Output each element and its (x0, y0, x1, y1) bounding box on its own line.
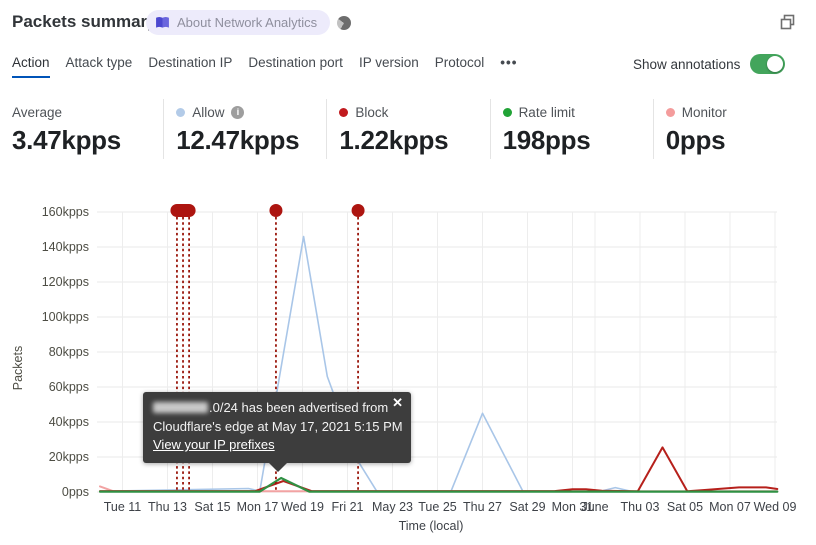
pie-chart-icon[interactable] (337, 16, 351, 30)
y-tick-label: 100kpps (42, 310, 89, 324)
y-tick-label: 20kpps (49, 450, 89, 464)
y-tick-label: 120kpps (42, 275, 89, 289)
stat-label: Rate limit (518, 104, 575, 120)
x-tick-label: Thu 13 (148, 500, 187, 514)
info-icon[interactable]: i (231, 105, 245, 119)
badge-label: About Network Analytics (177, 15, 318, 30)
show-annotations-label: Show annotations (633, 56, 741, 72)
x-tick-label: Tue 11 (104, 500, 142, 514)
x-tick-label: June (581, 500, 608, 514)
tab-protocol[interactable]: Protocol (435, 55, 485, 78)
toggle-knob (767, 56, 784, 72)
about-network-analytics-badge[interactable]: About Network Analytics (146, 10, 331, 35)
stat-value: 12.47kpps (176, 125, 300, 155)
x-tick-label: Wed 09 (754, 500, 797, 514)
stat-value: 198pps (502, 125, 591, 155)
y-axis-title: Packets (11, 346, 25, 390)
x-tick-label: Fri 21 (332, 500, 364, 514)
tooltip-line1: .0/24 has been advertised from (209, 400, 389, 415)
close-icon[interactable]: ✕ (392, 396, 403, 410)
x-tick-label: May 23 (372, 500, 413, 514)
annotation-tooltip: ✕ .0/24 has been advertised from Cloudfl… (143, 392, 411, 472)
x-tick-label: Mon 17 (237, 500, 279, 514)
view-ip-prefixes-link[interactable]: View your IP prefixes (153, 437, 275, 452)
dimension-tabs: Action Attack type Destination IP Destin… (12, 55, 517, 78)
allow-legend-dot (176, 107, 186, 117)
rate-limit-legend-dot (502, 107, 512, 117)
stats-row: Average 3.47kpps Allow i 12.47kpps Block… (0, 99, 816, 159)
annotation-marker-dot[interactable] (351, 204, 365, 217)
x-tick-label: Mon 07 (709, 500, 751, 514)
annotations-toggle[interactable] (750, 54, 786, 74)
stat-label: Average (12, 104, 63, 120)
stat-value: 3.47kpps (12, 125, 121, 155)
packets-summary-panel: Packets summary About Network Analytics … (0, 0, 816, 545)
x-tick-label: Sat 29 (509, 500, 545, 514)
stat-value: 1.22kpps (339, 125, 449, 155)
annotation-marker-dot[interactable] (269, 204, 283, 217)
x-axis-title: Time (local) (399, 519, 464, 533)
x-tick-label: Thu 03 (621, 500, 660, 514)
tooltip-caret (269, 462, 287, 472)
stat-block: Block 1.22kpps (326, 99, 489, 159)
packets-time-series-chart: 0pps 20kpps 40kpps 60kpps 80kpps 100kpps 120kp… (11, 204, 797, 533)
tab-destination-port[interactable]: Destination port (248, 55, 343, 78)
x-tick-label: Thu 27 (463, 500, 502, 514)
y-tick-label: 60kpps (49, 380, 89, 394)
stat-label: Monitor (681, 104, 727, 120)
tab-ip-version[interactable]: IP version (359, 55, 419, 78)
show-annotations-control: Show annotations (633, 54, 786, 74)
y-tick-label: 80kpps (49, 345, 89, 359)
stat-rate-limit: Rate limit 198pps (489, 99, 653, 159)
stat-value: 0pps (665, 125, 726, 155)
tabs-more-ellipsis-icon[interactable]: ••• (500, 55, 517, 78)
stat-average: Average 3.47kpps (0, 99, 163, 159)
stat-label: Allow (192, 104, 225, 120)
tab-attack-type[interactable]: Attack type (66, 55, 133, 78)
book-icon (156, 17, 169, 28)
y-tick-label: 40kpps (49, 415, 89, 429)
annotation-marker-pill[interactable] (170, 204, 196, 217)
y-tick-label: 140kpps (42, 240, 89, 254)
stat-monitor: Monitor 0pps (652, 99, 816, 159)
copy-window-icon[interactable] (779, 13, 797, 31)
x-tick-label: Tue 25 (418, 500, 457, 514)
tab-action[interactable]: Action (12, 55, 50, 78)
y-tick-label: 0pps (62, 485, 89, 499)
page-title: Packets summary (12, 12, 157, 31)
tab-destination-ip[interactable]: Destination IP (148, 55, 232, 78)
x-tick-label: Sat 15 (194, 500, 230, 514)
x-tick-label: Wed 19 (281, 500, 324, 514)
redacted-ip-prefix (153, 402, 208, 413)
stat-label: Block (355, 104, 389, 120)
tooltip-line2: Cloudflare's edge at May 17, 2021 5:15 P… (153, 418, 403, 434)
monitor-legend-dot (665, 107, 675, 117)
x-tick-label: Sat 05 (667, 500, 703, 514)
y-tick-label: 160kpps (42, 205, 89, 219)
block-legend-dot (339, 107, 349, 117)
stat-allow: Allow i 12.47kpps (163, 99, 326, 159)
